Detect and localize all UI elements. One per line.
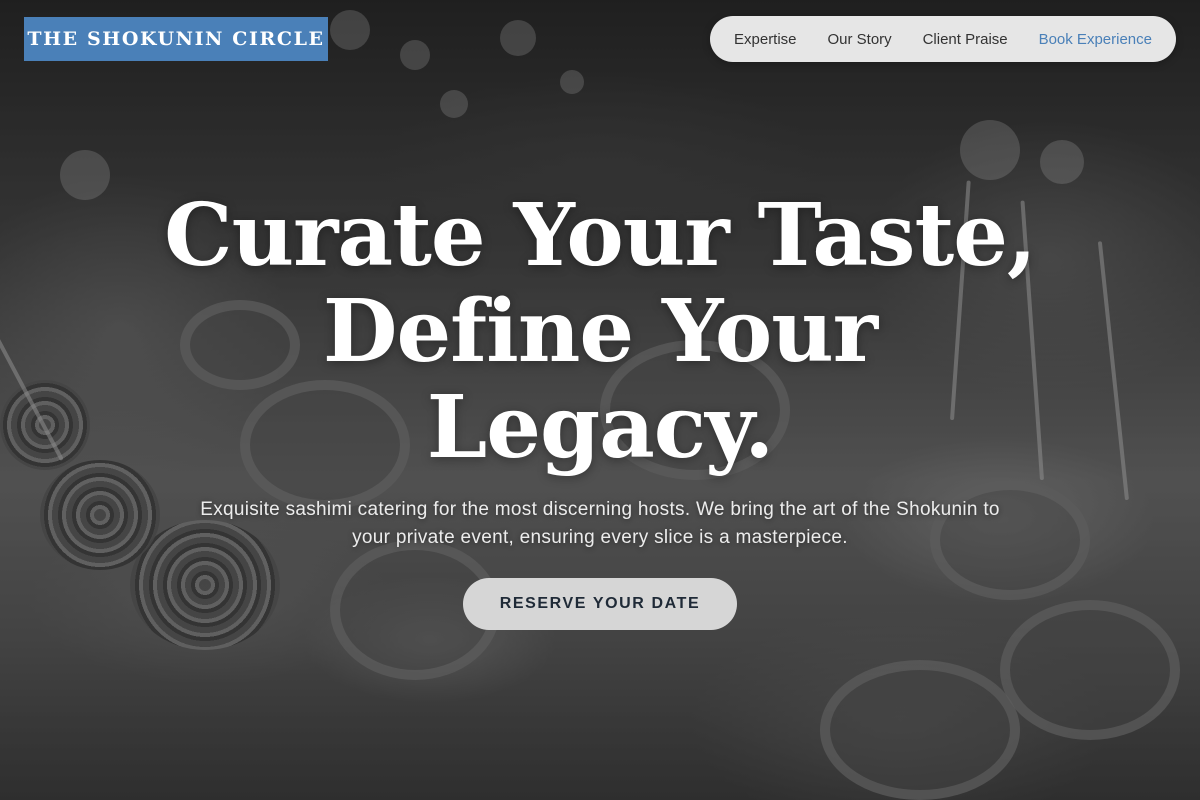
hero-subtitle: Exquisite sashimi catering for the most … (200, 499, 1000, 548)
hero-title-line: Legacy. (426, 377, 774, 478)
main-nav: Expertise Our Story Client Praise Book E… (710, 16, 1176, 62)
hero-title-line: Curate Your Taste, (164, 185, 1037, 286)
brand-logo[interactable]: THE SHOKUNIN CIRCLE (24, 17, 328, 61)
nav-link-our-story[interactable]: Our Story (827, 31, 891, 48)
reserve-date-button[interactable]: RESERVE YOUR DATE (463, 578, 737, 630)
hero-title: Curate Your Taste, Define Your Legacy. (100, 188, 1100, 476)
nav-link-expertise[interactable]: Expertise (734, 31, 797, 48)
hero-title-line: Define Your (322, 281, 878, 382)
nav-link-book-experience[interactable]: Book Experience (1039, 31, 1152, 48)
nav-link-client-praise[interactable]: Client Praise (923, 31, 1008, 48)
